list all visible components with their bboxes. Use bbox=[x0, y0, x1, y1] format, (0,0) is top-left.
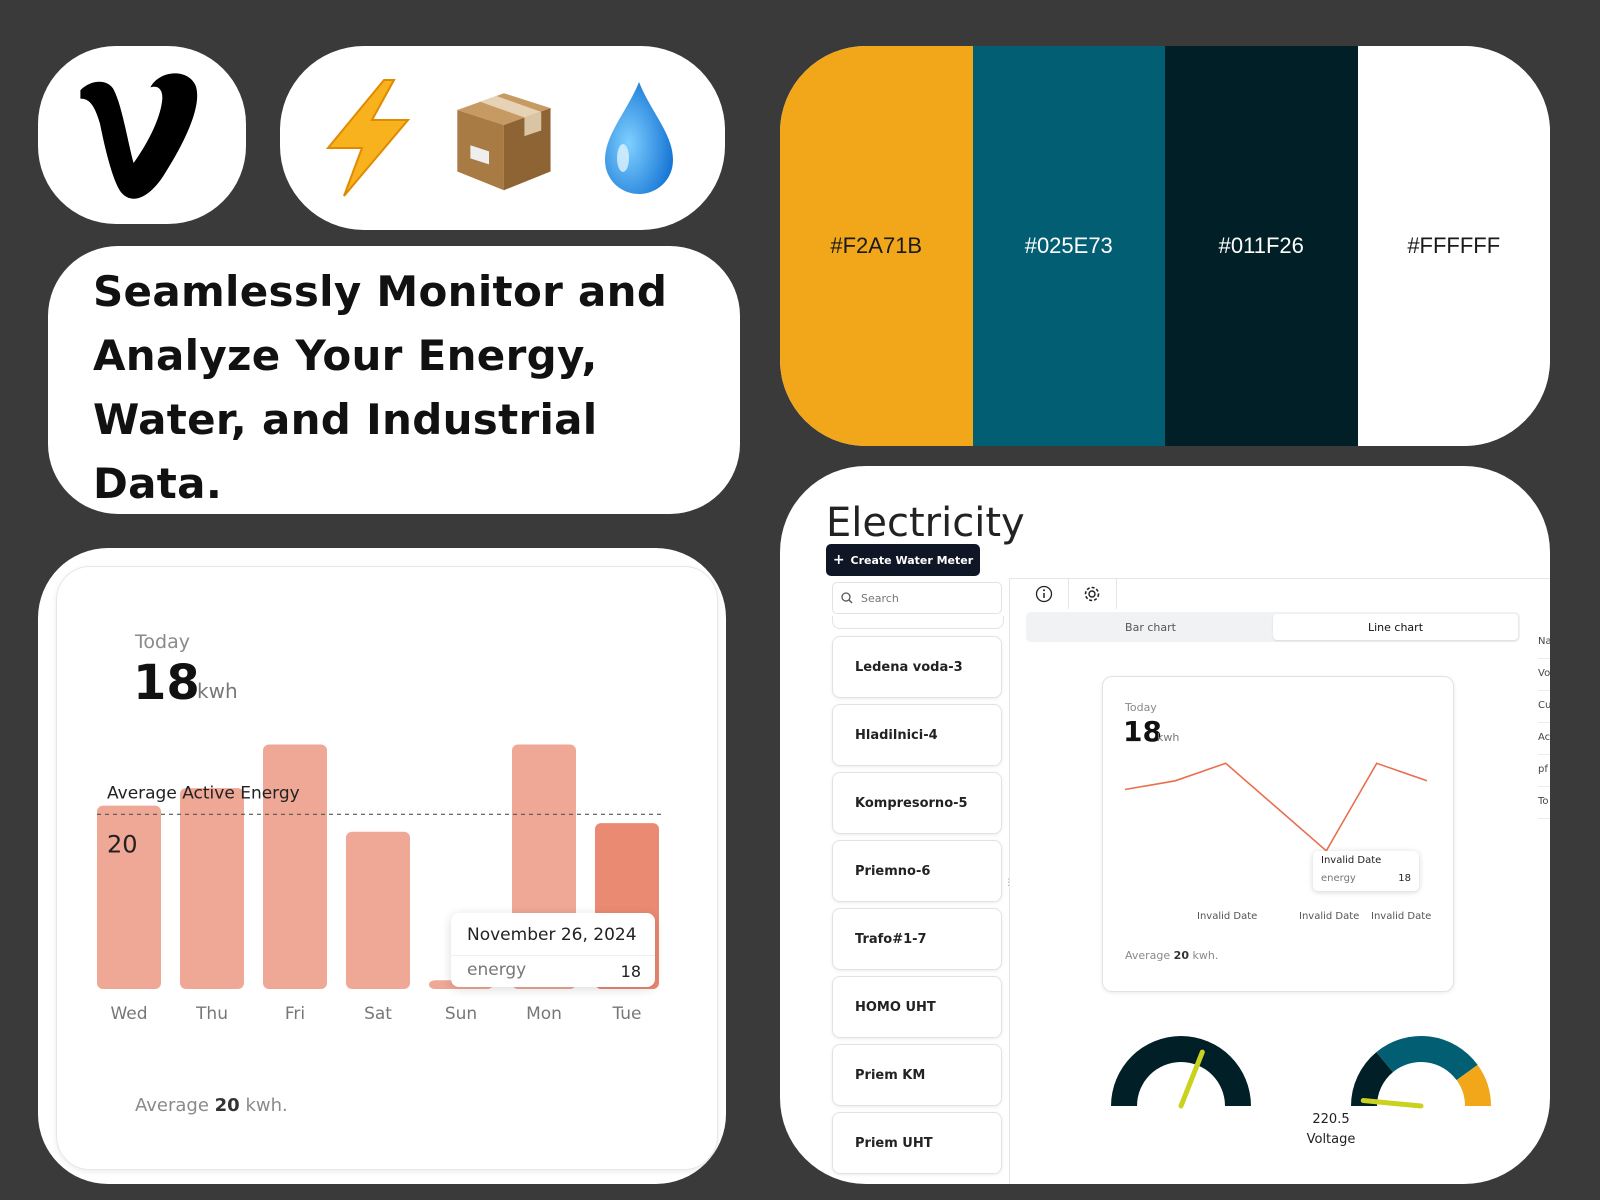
search-icon bbox=[841, 592, 853, 604]
meter-item-priem-km[interactable]: Priem KM bbox=[832, 1044, 1002, 1106]
meter-item-priemno-6[interactable]: Priemno-6 bbox=[832, 840, 1002, 902]
voltage-gauge-dial bbox=[1111, 1036, 1251, 1109]
settings-button[interactable] bbox=[1068, 579, 1117, 609]
tooltip-value: 18 bbox=[620, 962, 641, 981]
line-footer: Average 20 kwh. bbox=[1125, 949, 1218, 962]
resize-handle[interactable]: ⋮ bbox=[1004, 878, 1013, 888]
meter-item-trafo-1-7[interactable]: Trafo#1-7 bbox=[832, 908, 1002, 970]
color-palette: #F2A71B #025E73 #011F26 #FFFFFF bbox=[780, 46, 1550, 446]
footer-suffix: kwh. bbox=[245, 1095, 288, 1116]
gauge-arc bbox=[1111, 1036, 1251, 1106]
average-line-label: Average Active Energy bbox=[107, 783, 300, 803]
meter-item-ledena-voda-3[interactable]: Ledena voda-3 bbox=[832, 636, 1002, 698]
tooltip-date: November 26, 2024 bbox=[467, 925, 637, 945]
headline-card: Seamlessly Monitor and Analyze Your Ener… bbox=[48, 246, 740, 514]
line-chart-card: Today 18 kwh Invalid Date Invalid Date I… bbox=[1102, 676, 1454, 992]
side-column-label: Ac bbox=[1538, 722, 1550, 755]
x-tick-label: Wed bbox=[110, 1004, 147, 1024]
line-tooltip-date: Invalid Date bbox=[1321, 855, 1382, 866]
lightning-icon bbox=[312, 78, 422, 198]
search-input[interactable] bbox=[859, 590, 983, 606]
search-field[interactable] bbox=[832, 582, 1002, 614]
bar-fri[interactable] bbox=[263, 744, 327, 989]
line-tooltip-key: energy bbox=[1321, 873, 1356, 884]
create-water-meter-button[interactable]: + Create Water Meter bbox=[826, 544, 980, 576]
info-button[interactable] bbox=[1020, 579, 1069, 609]
bar-thu[interactable] bbox=[180, 788, 244, 989]
x-axis-label: Invalid Date bbox=[1299, 911, 1360, 922]
side-column-label: To bbox=[1538, 786, 1550, 819]
line-footer-prefix: Average bbox=[1125, 949, 1171, 962]
side-column-label: Vo bbox=[1538, 658, 1550, 691]
icons-card bbox=[280, 46, 725, 230]
create-button-label: Create Water Meter bbox=[850, 553, 974, 567]
logo-card bbox=[38, 46, 246, 224]
line-footer-value: 20 bbox=[1173, 949, 1189, 962]
bar-chart: Wed Thu Fri Sat Sun Mon Tue Average Active Ener… bbox=[97, 744, 661, 1024]
swatch-label: #011F26 bbox=[1218, 233, 1304, 258]
swatch-label: #FFFFFF bbox=[1407, 233, 1501, 258]
swatch-3: #011F26 bbox=[1165, 46, 1358, 446]
bar-chart-panel: Today 18 kwh Wed Thu Fri Sat Sun Mon Tue Averag… bbox=[56, 566, 718, 1170]
meter-item-homo-uht[interactable]: HOMO UHT bbox=[832, 976, 1002, 1038]
line-tooltip: Invalid Date energy 18 bbox=[1313, 851, 1419, 891]
swatch-2: #025E73 bbox=[972, 46, 1165, 446]
package-icon bbox=[448, 78, 558, 198]
meter-item-priem-uht[interactable]: Priem UHT bbox=[832, 1112, 1002, 1174]
gear-icon bbox=[1084, 586, 1100, 602]
headline-text: Seamlessly Monitor and Analyze Your Ener… bbox=[93, 267, 668, 508]
bar-tooltip: November 26, 2024 energy 18 bbox=[451, 913, 655, 987]
dashboard-card: Electricity + Create Water Meter ⋮ Leden… bbox=[780, 466, 1550, 1184]
list-item-partial[interactable] bbox=[832, 616, 1004, 629]
energy-line bbox=[1124, 762, 1428, 853]
footer-value: 20 bbox=[214, 1095, 240, 1116]
side-column-label: Cu bbox=[1538, 690, 1550, 723]
x-axis-label: Invalid Date bbox=[1371, 911, 1432, 922]
average-line-value: 20 bbox=[107, 830, 138, 858]
meter-item-hladilnici-4[interactable]: Hladilnici-4 bbox=[832, 704, 1002, 766]
swatch-4: #FFFFFF bbox=[1357, 46, 1550, 446]
bar-chart-card: Today 18 kwh Wed Thu Fri Sat Sun Mon Tue Averag… bbox=[38, 548, 726, 1184]
tooltip-divider bbox=[451, 955, 655, 956]
gauge-arc bbox=[1376, 1036, 1478, 1081]
bar-sat[interactable] bbox=[346, 831, 410, 989]
info-icon bbox=[1035, 585, 1053, 603]
water-drop-icon bbox=[584, 78, 694, 198]
swatch-label: #F2A71B bbox=[830, 233, 923, 258]
current-gauge: 1.6689 Curent bbox=[1346, 1034, 1550, 1184]
tooltip-key: energy bbox=[467, 960, 527, 980]
bar-footer: Average 20 kwh. bbox=[135, 1095, 288, 1116]
chart-type-toggle: Bar chart Line chart bbox=[1026, 612, 1520, 642]
current-gauge-dial bbox=[1351, 1036, 1491, 1109]
plus-icon: + bbox=[832, 552, 845, 568]
side-column-label: Na bbox=[1538, 626, 1550, 659]
x-tick-label: Tue bbox=[611, 1004, 641, 1024]
x-tick-label: Mon bbox=[526, 1004, 562, 1024]
swatch-1: #F2A71B bbox=[780, 46, 973, 446]
swatch-label: #025E73 bbox=[1024, 233, 1113, 258]
tab-line-chart[interactable]: Line chart bbox=[1273, 614, 1518, 640]
side-column-label: pf bbox=[1538, 754, 1550, 787]
footer-prefix: Average bbox=[135, 1095, 209, 1116]
line-chart bbox=[1124, 762, 1428, 853]
meter-item-kompresorno-5[interactable]: Kompresorno-5 bbox=[832, 772, 1002, 834]
x-tick-label: Sat bbox=[364, 1004, 392, 1024]
x-tick-label: Sun bbox=[445, 1004, 477, 1024]
voltage-gauge: 220.5 Voltage bbox=[1106, 1034, 1355, 1184]
x-tick-label: Fri bbox=[285, 1004, 305, 1024]
tab-bar-chart[interactable]: Bar chart bbox=[1028, 614, 1273, 640]
gauge-value: 1.6689 bbox=[1496, 1112, 1550, 1127]
x-axis-label: Invalid Date bbox=[1197, 911, 1258, 922]
gauge-name: Curent bbox=[1496, 1132, 1550, 1147]
x-tick-label: Thu bbox=[195, 1004, 228, 1024]
page-title: Electricity bbox=[826, 500, 1025, 546]
line-footer-suffix: kwh. bbox=[1192, 949, 1219, 962]
line-tooltip-value: 18 bbox=[1398, 873, 1411, 884]
vimeo-logo bbox=[80, 73, 198, 199]
